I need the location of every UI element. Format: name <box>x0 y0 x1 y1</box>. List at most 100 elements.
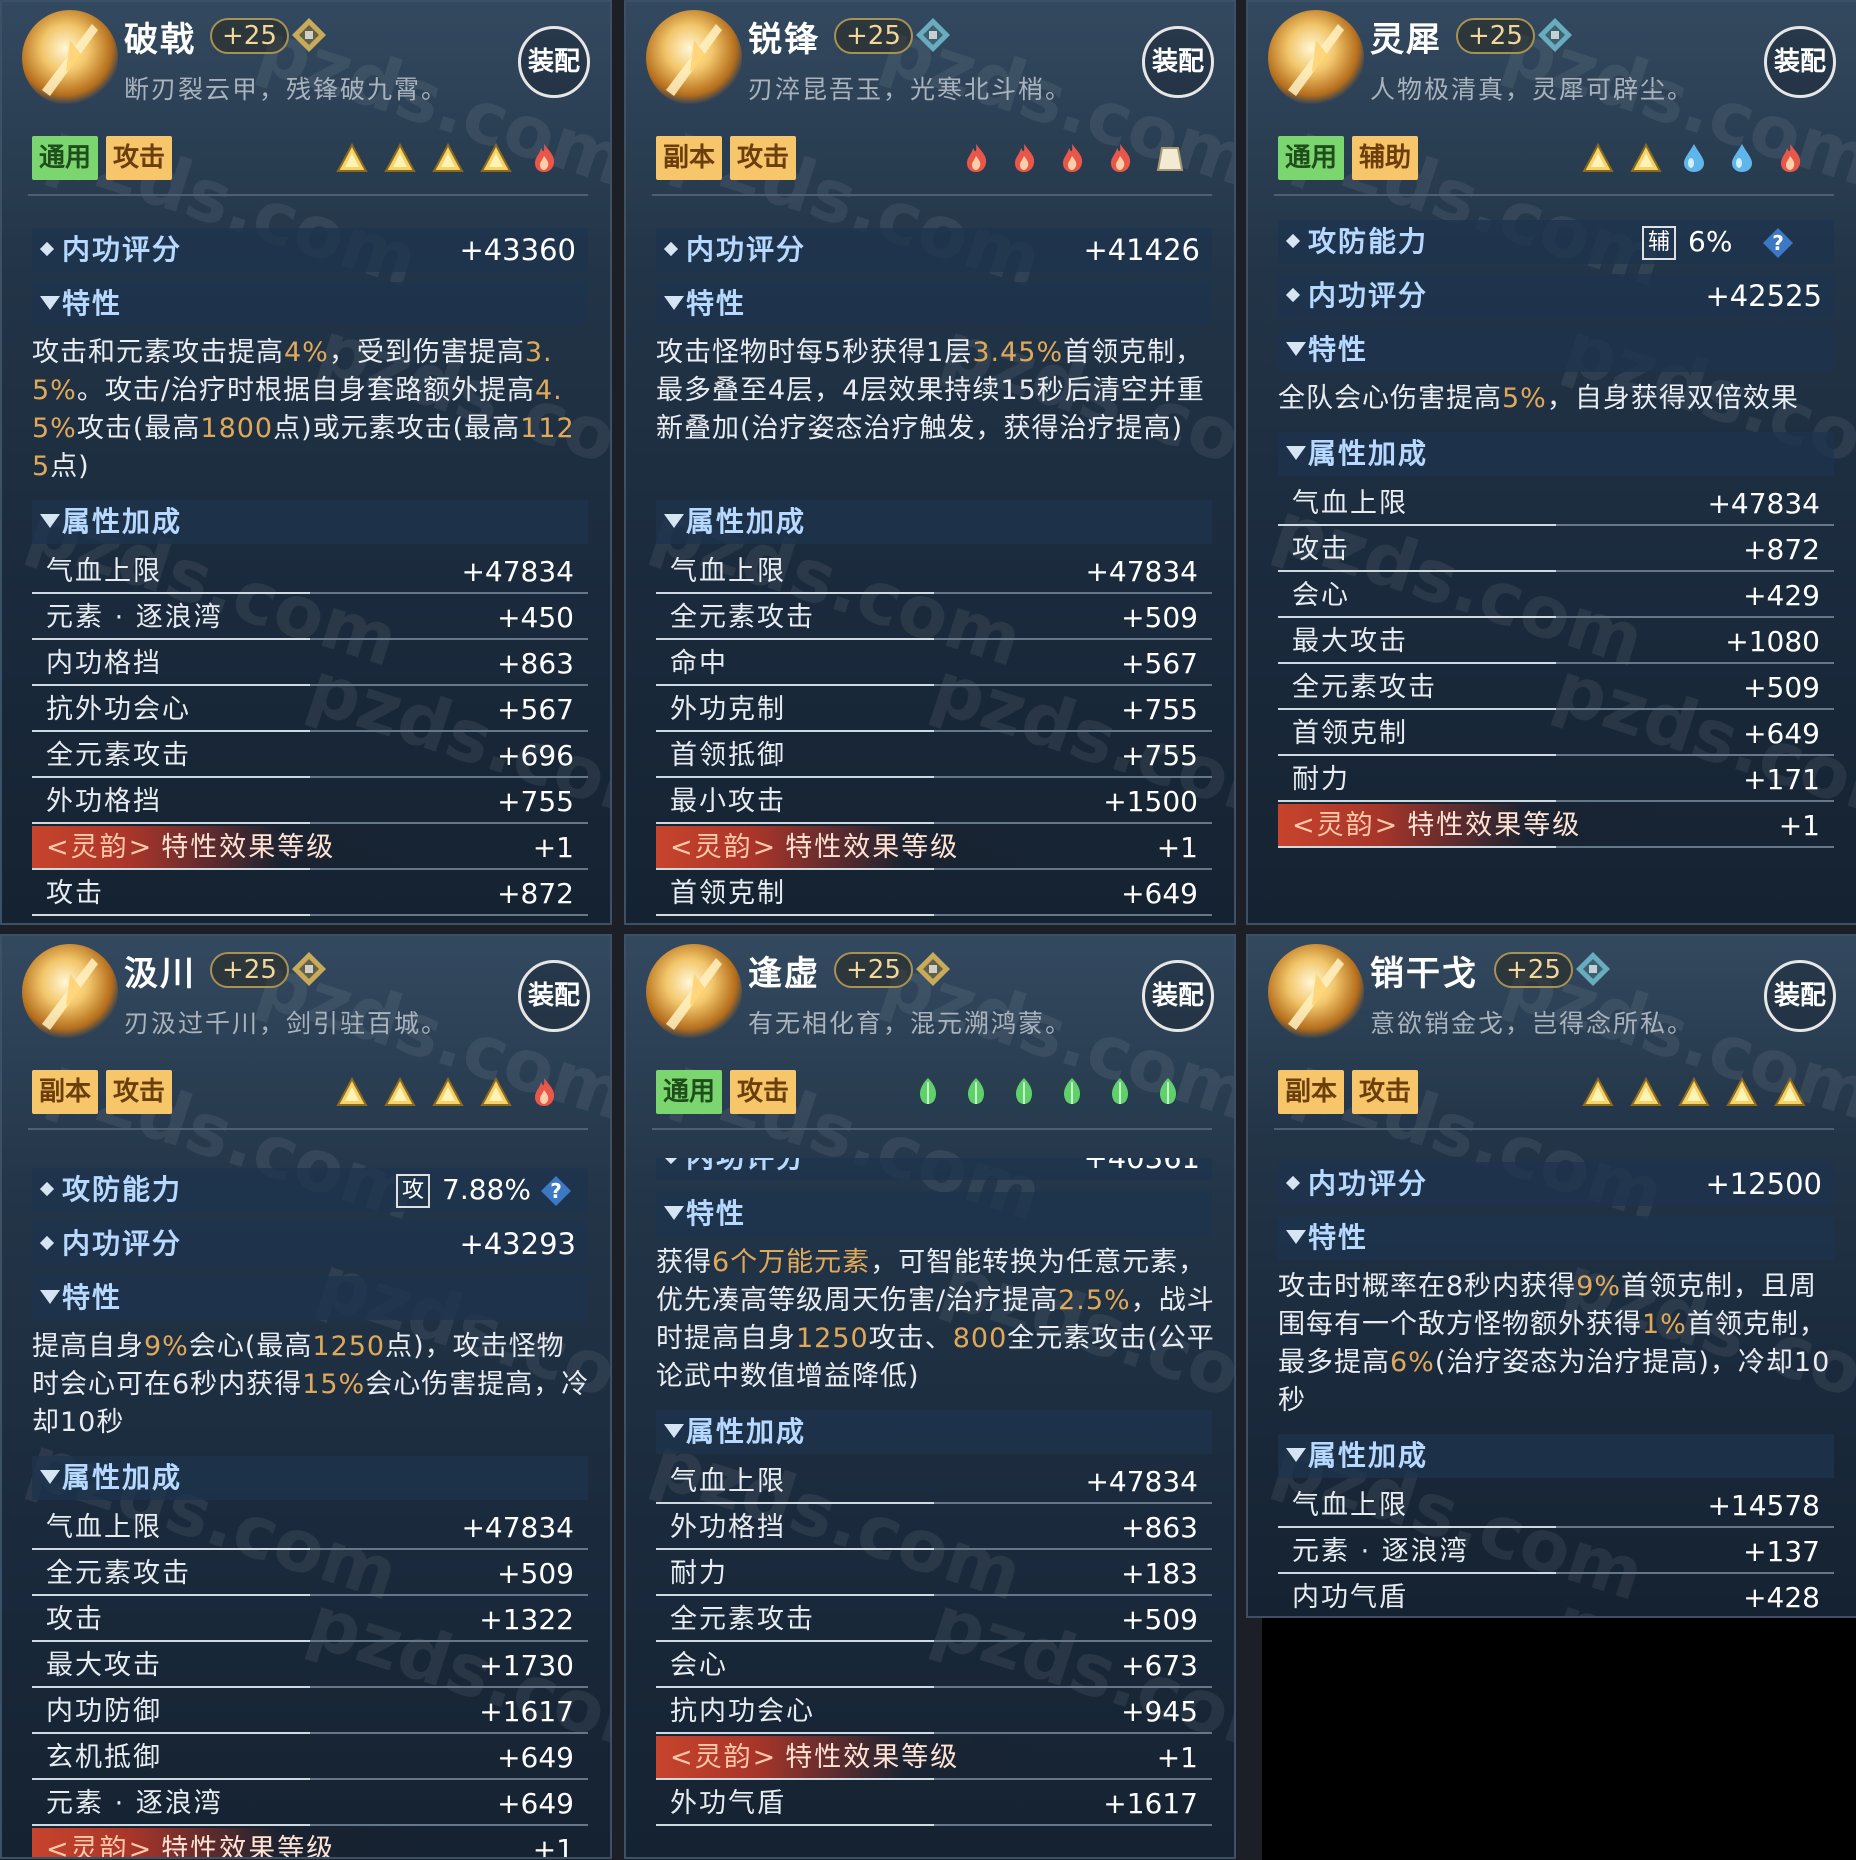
chevron-down-icon <box>40 296 60 310</box>
section-label: 攻防能力 <box>1308 225 1429 258</box>
desc-text: 攻击时概率在8秒内获得 <box>1278 1271 1577 1302</box>
category-tag: 副本 <box>32 1070 98 1114</box>
stat-name: <灵韵> 特性效果等级 <box>670 826 959 870</box>
highlight-value: 5% <box>1502 383 1547 414</box>
stat-name: 气血上限 <box>46 1512 162 1543</box>
desc-text: 点) <box>50 451 90 482</box>
attribute-header[interactable]: 属性加成 <box>656 1410 1212 1454</box>
desc-text: 攻击怪物时每5秒获得1层 <box>656 337 973 368</box>
attribute-header[interactable]: 属性加成 <box>32 1456 588 1500</box>
highlight-value: 6个万能元素 <box>712 1247 871 1278</box>
stat-name: 命中 <box>670 648 728 679</box>
stat-value: +872 <box>1743 533 1820 566</box>
equip-button[interactable]: 装配 <box>518 26 590 98</box>
stat-name: 会心 <box>1292 580 1350 611</box>
stat-value: +509 <box>1121 601 1198 634</box>
help-icon[interactable]: ? <box>1762 227 1794 259</box>
stat-row: 最大攻击 +1080 <box>1278 620 1834 664</box>
special-stat-row: <灵韵> 特性效果等级 +1 <box>656 1736 1212 1780</box>
category-tag: 攻击 <box>1352 1070 1418 1114</box>
chevron-down-icon <box>1286 1448 1306 1462</box>
attribute-header[interactable]: 属性加成 <box>32 500 588 544</box>
stat-row: 元素 · 逐浪湾 +137 <box>1278 1530 1834 1574</box>
stat-name: 最大攻击 <box>1292 626 1408 657</box>
stat-name: 元素 · 逐浪湾 <box>1292 1536 1469 1567</box>
stat-row: 外功格挡 +755 <box>32 780 588 824</box>
header-divider <box>1274 194 1834 196</box>
trait-header[interactable]: 特性 <box>32 1276 588 1320</box>
stat-row: 最大攻击 +1730 <box>32 1644 588 1688</box>
equipment-card: pzds.compzds.compzds.compzds.compzds.com… <box>0 934 612 1859</box>
section-label: 特性 <box>686 287 747 320</box>
fire-gem-icon <box>535 144 555 172</box>
stat-row: 内功格挡 +863 <box>32 642 588 686</box>
stat-name: 外功格挡 <box>46 786 162 817</box>
triangle-gem-icon <box>480 1076 512 1106</box>
equipment-card: pzds.compzds.compzds.compzds.compzds.com… <box>0 0 612 925</box>
desc-text: ，自身获得双倍效果 <box>1546 383 1799 414</box>
stat-value: +1617 <box>479 1695 574 1728</box>
header-divider <box>652 194 1212 196</box>
stat-row: 全元素攻击 +696 <box>32 734 588 778</box>
equip-button[interactable]: 装配 <box>1142 960 1214 1032</box>
stat-row: 抗内功会心 +945 <box>656 1690 1212 1734</box>
stat-name: 气血上限 <box>46 556 162 587</box>
stat-name: 全元素攻击 <box>46 1558 191 1589</box>
stat-name: 首领抵御 <box>670 740 786 771</box>
equip-button[interactable]: 装配 <box>1764 26 1836 98</box>
quality-gem-icon <box>916 18 950 52</box>
header-divider <box>28 1128 588 1130</box>
item-name: 汲川 <box>124 954 196 994</box>
stat-value: +649 <box>1743 717 1820 750</box>
section-label: 内功评分 <box>62 233 183 266</box>
chevron-down-icon <box>1286 446 1306 460</box>
header-divider <box>1274 1128 1834 1130</box>
lingyun-prefix: <灵韵> <box>46 832 154 863</box>
chevron-down-icon <box>40 1470 60 1484</box>
equip-button[interactable]: 装配 <box>518 960 590 1032</box>
trait-header[interactable]: 特性 <box>1278 328 1834 372</box>
stat-value: +1 <box>1156 831 1198 864</box>
equip-button[interactable]: 装配 <box>1142 26 1214 98</box>
stat-value: +567 <box>497 693 574 726</box>
section-label: 特性 <box>62 1281 123 1314</box>
stat-name: 全元素攻击 <box>670 1604 815 1635</box>
stat-name: 外功格挡 <box>670 1512 786 1543</box>
attribute-header[interactable]: 属性加成 <box>656 500 1212 544</box>
attribute-header[interactable]: 属性加成 <box>1278 1434 1834 1478</box>
stat-name: 气血上限 <box>670 1466 786 1497</box>
leaf-gem-icon <box>968 1078 984 1104</box>
stat-name: 全元素攻击 <box>1292 672 1437 703</box>
neigong-score-row: 内功评分 +12500 <box>1278 1162 1834 1206</box>
stat-row: 元素 · 逐浪湾 +450 <box>32 596 588 640</box>
gem-slots <box>336 136 576 180</box>
desc-text: 提高自身 <box>32 1331 144 1362</box>
stat-value: +1730 <box>479 1649 574 1682</box>
equip-button[interactable]: 装配 <box>1764 960 1836 1032</box>
lingyun-prefix: <灵韵> <box>670 1742 778 1773</box>
stat-label: 特性效果等级 <box>785 832 960 863</box>
stat-value: +1500 <box>1103 785 1198 818</box>
stat-row: 外功克制 +755 <box>656 688 1212 732</box>
weapon-emblem-icon <box>22 10 118 106</box>
trait-header[interactable]: 特性 <box>656 282 1212 326</box>
diamond-bullet-icon <box>663 241 679 257</box>
watermark-text: pzds.com <box>662 104 1052 304</box>
chevron-down-icon <box>664 514 684 528</box>
leaf-gem-icon <box>1112 1078 1128 1104</box>
diamond-bullet-icon <box>1285 287 1301 303</box>
quality-gem-icon <box>1538 18 1572 52</box>
help-icon[interactable]: ? <box>540 1175 572 1207</box>
stat-name: 内功防御 <box>46 1696 162 1727</box>
stat-row: 攻击 +872 <box>1278 528 1834 572</box>
trait-header[interactable]: 特性 <box>1278 1216 1834 1260</box>
trait-description: 全队会心伤害提高5%，自身获得双倍效果 <box>1278 380 1838 418</box>
trait-header[interactable]: 特性 <box>32 282 588 326</box>
triangle-gem-icon <box>1630 1076 1662 1106</box>
stat-name: 最大攻击 <box>46 1650 162 1681</box>
trait-header[interactable]: 特性 <box>656 1192 1212 1236</box>
category-tag: 攻击 <box>106 136 172 180</box>
diamond-bullet-icon <box>39 1235 55 1251</box>
attribute-header[interactable]: 属性加成 <box>1278 432 1834 476</box>
fire-gem-icon <box>967 144 987 172</box>
